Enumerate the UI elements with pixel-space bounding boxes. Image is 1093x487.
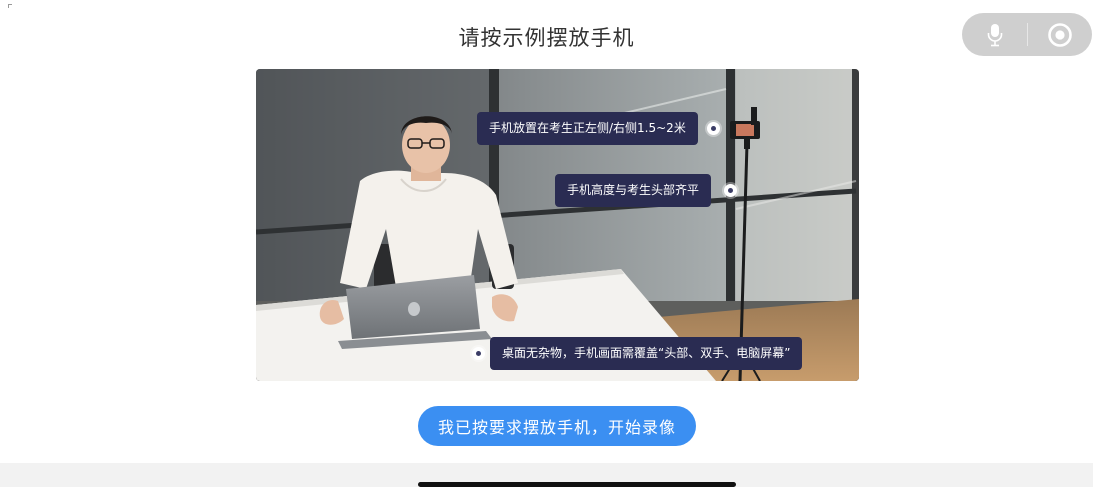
microphone-icon xyxy=(987,23,1002,46)
home-indicator xyxy=(418,482,736,487)
record-button[interactable] xyxy=(1038,15,1082,55)
callout-marker-1 xyxy=(707,122,720,135)
callout-marker-2 xyxy=(724,184,737,197)
callout-phone-height: 手机高度与考生头部齐平 xyxy=(555,174,712,207)
callout-phone-position: 手机放置在考生正左侧/右侧1.5~2米 xyxy=(477,112,698,145)
microphone-button[interactable] xyxy=(973,15,1017,55)
page-title: 请按示例摆放手机 xyxy=(458,26,635,50)
callout-marker-3 xyxy=(472,347,485,360)
controls-divider xyxy=(1027,23,1028,46)
callout-desk-coverage: 桌面无杂物，手机画面需覆盖“头部、双手、电脑屏幕” xyxy=(490,337,803,370)
start-recording-button[interactable]: 我已按要求摆放手机，开始录像 xyxy=(418,406,696,446)
example-photo: 手机放置在考生正左侧/右侧1.5~2米 手机高度与考生头部齐平 桌面无杂物，手机… xyxy=(256,69,859,381)
corner-mark xyxy=(8,4,12,8)
record-icon xyxy=(1047,22,1072,47)
media-controls xyxy=(962,13,1092,56)
